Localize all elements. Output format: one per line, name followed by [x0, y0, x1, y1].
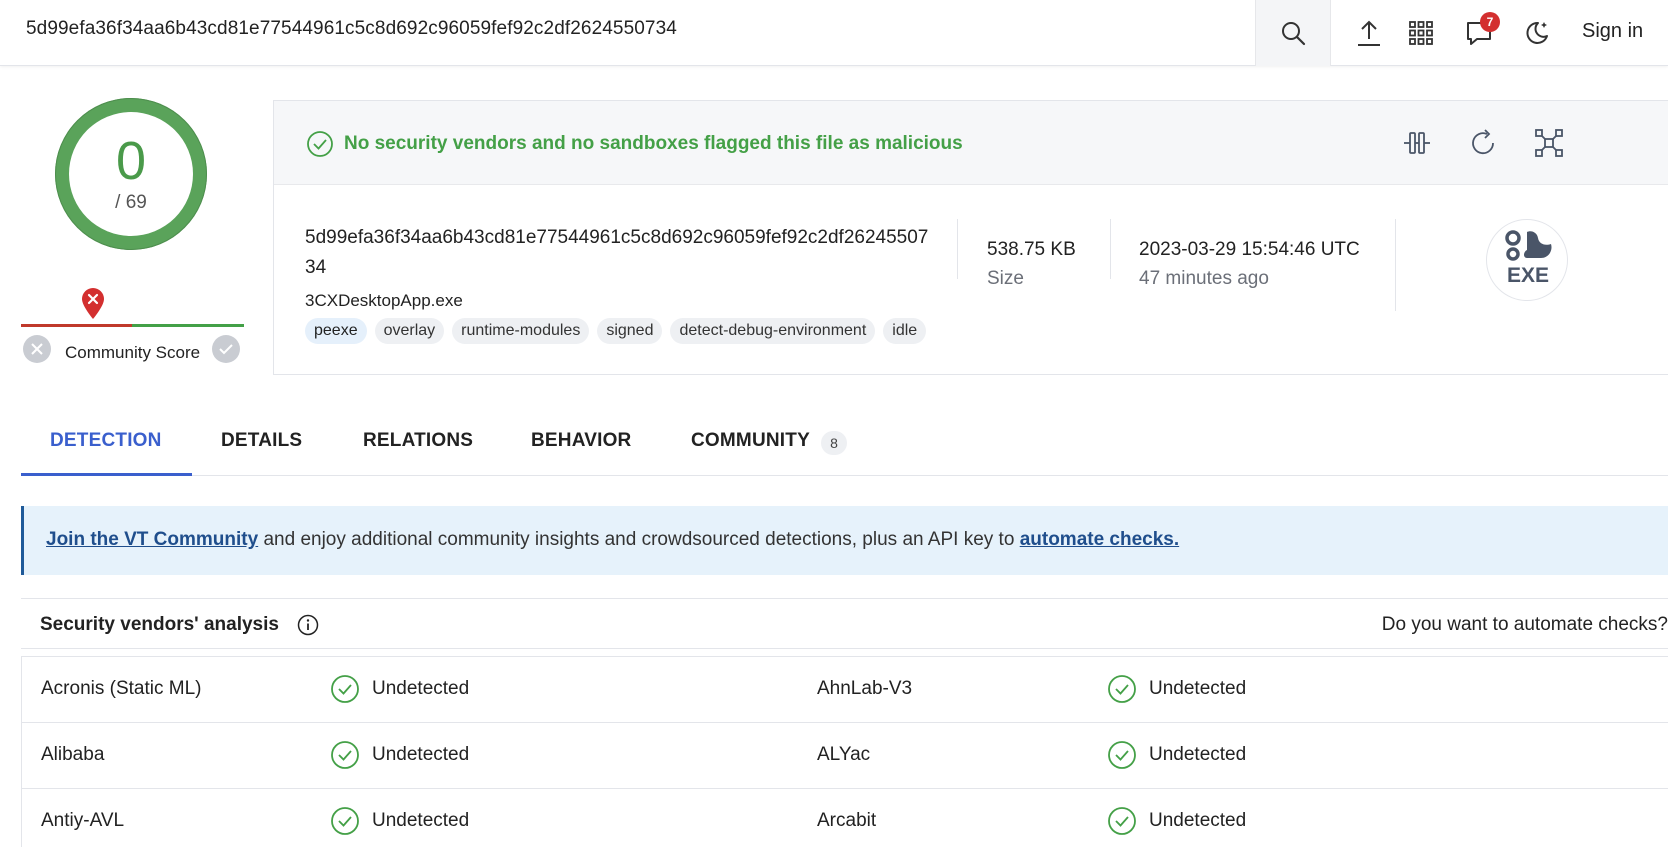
automate-checks-link[interactable]: automate checks.	[1020, 529, 1179, 550]
community-score-label: Community Score	[65, 343, 201, 362]
vendors-header: Security vendors' analysis Do you want t…	[21, 598, 1668, 649]
check-circle-icon	[331, 807, 359, 835]
tab-behavior[interactable]: BEHAVIOR	[531, 430, 631, 452]
file-size-label: Size	[987, 268, 1024, 289]
file-hash: 5d99efa36f34aa6b43cd81e77544961c5c8d692c…	[305, 227, 929, 278]
banner-text: Join the VT Community and enjoy addition…	[46, 529, 1179, 551]
vendor-result: Undetected	[1107, 806, 1246, 836]
detection-count: 0	[115, 131, 147, 191]
tag-chip[interactable]: signed	[597, 318, 663, 344]
community-count-badge: 8	[821, 431, 847, 455]
sign-in-link[interactable]: Sign in	[1582, 20, 1643, 43]
graph-view-button[interactable]	[1531, 125, 1567, 161]
info-icon[interactable]	[297, 614, 319, 636]
community-score-bar-positive	[132, 324, 244, 327]
tag-chip[interactable]: overlay	[374, 318, 445, 344]
refresh-icon	[1472, 129, 1494, 155]
tag-list: peexe overlay runtime-modules signed det…	[305, 318, 927, 344]
vendor-result: Undetected	[330, 806, 469, 836]
automate-checks-prompt[interactable]: Do you want to automate checks?	[1382, 614, 1668, 636]
file-type-badge: EXE	[1486, 219, 1568, 301]
divider	[1395, 219, 1396, 311]
community-banner: Join the VT Community and enjoy addition…	[21, 506, 1668, 575]
status-header: No security vendors and no sandboxes fla…	[274, 101, 1668, 185]
vendors-table: Acronis (Static ML) Undetected AhnLab-V3…	[21, 656, 1668, 847]
vendor-name: ALYac	[817, 744, 871, 765]
tag-chip[interactable]: detect-debug-environment	[670, 318, 876, 344]
file-summary-card: No security vendors and no sandboxes fla…	[273, 100, 1668, 375]
vote-malicious-button[interactable]	[23, 335, 51, 363]
search-button[interactable]	[1255, 0, 1331, 66]
compare-icon	[1404, 132, 1430, 154]
check-circle-icon	[331, 741, 359, 769]
file-name: 3CXDesktopApp.exe	[305, 291, 463, 310]
search-input[interactable]: 5d99efa36f34aa6b43cd81e77544961c5c8d692c…	[26, 18, 677, 40]
tag-chip[interactable]: idle	[883, 318, 927, 344]
banner-message: and enjoy additional community insights …	[258, 529, 1020, 550]
divider	[1110, 219, 1111, 279]
vendor-name: Alibaba	[41, 744, 105, 765]
notification-count-badge: 7	[1480, 12, 1500, 32]
moon-icon	[1526, 21, 1548, 44]
tab-details[interactable]: DETAILS	[221, 430, 302, 452]
top-bar: 5d99efa36f34aa6b43cd81e77544961c5c8d692c…	[0, 0, 1668, 66]
upload-icon	[1358, 20, 1380, 46]
check-circle-icon	[1108, 675, 1136, 703]
table-row: Acronis (Static ML) Undetected AhnLab-V3…	[22, 657, 1668, 723]
vendor-result-label: Undetected	[1149, 678, 1247, 699]
vendor-result: Undetected	[1107, 740, 1246, 770]
table-row: Antiy-AVL Undetected Arcabit Undetected	[22, 789, 1668, 847]
vendor-result-label: Undetected	[372, 810, 470, 831]
vendor-result-label: Undetected	[372, 678, 470, 699]
apps-menu-button[interactable]	[1402, 14, 1440, 52]
gears-icon	[1505, 230, 1552, 261]
vendor-name: AhnLab-V3	[817, 678, 913, 699]
community-score-bar-negative	[21, 324, 132, 327]
join-community-link[interactable]: Join the VT Community	[46, 529, 258, 550]
tab-bar: DETECTION DETAILS RELATIONS BEHAVIOR COM…	[21, 402, 1668, 476]
file-size-value: 538.75 KB	[987, 239, 1076, 260]
detection-total: / 69	[115, 192, 147, 213]
vendor-result-label: Undetected	[1149, 810, 1247, 831]
vendors-title: Security vendors' analysis	[40, 614, 279, 635]
check-circle-icon	[331, 675, 359, 703]
theme-toggle-button[interactable]	[1518, 14, 1556, 52]
status-message: No security vendors and no sandboxes fla…	[344, 133, 963, 154]
vendor-result: Undetected	[330, 674, 469, 704]
compare-button[interactable]	[1399, 125, 1435, 161]
vendor-result-label: Undetected	[372, 744, 470, 765]
analysis-date-relative: 47 minutes ago	[1139, 268, 1269, 289]
divider	[957, 219, 958, 279]
vendor-name: Antiy-AVL	[41, 810, 125, 831]
table-row: Alibaba Undetected ALYac Undetected	[22, 723, 1668, 789]
close-icon	[31, 343, 43, 355]
active-tab-indicator	[21, 473, 192, 476]
community-score-marker-icon	[82, 288, 104, 319]
check-circle-icon	[1108, 807, 1136, 835]
tag-chip[interactable]: peexe	[305, 318, 367, 344]
vote-harmless-button[interactable]	[212, 335, 240, 363]
notifications-button[interactable]: 7	[1460, 12, 1500, 52]
search-icon	[1282, 22, 1306, 46]
grid-icon	[1409, 21, 1433, 45]
tag-chip[interactable]: runtime-modules	[452, 318, 590, 344]
check-circle-icon	[1108, 741, 1136, 769]
vendor-name: Acronis (Static ML)	[41, 678, 202, 699]
vendor-result-label: Undetected	[1149, 744, 1247, 765]
vendor-result: Undetected	[330, 740, 469, 770]
check-icon	[219, 344, 233, 355]
reanalyze-button[interactable]	[1466, 125, 1502, 161]
tab-detection[interactable]: DETECTION	[50, 430, 162, 452]
upload-button[interactable]	[1350, 14, 1388, 52]
file-type-label: EXE	[1506, 264, 1550, 287]
check-circle-icon	[307, 131, 333, 157]
analysis-date: 2023-03-29 15:54:46 UTC	[1139, 239, 1360, 260]
detection-score-ring: 0 / 69	[55, 98, 207, 250]
vendor-name: Arcabit	[817, 810, 877, 831]
tab-community[interactable]: COMMUNITY	[691, 430, 810, 452]
vendor-result: Undetected	[1107, 674, 1246, 704]
tab-relations[interactable]: RELATIONS	[363, 430, 473, 452]
graph-nodes-icon	[1535, 129, 1563, 157]
